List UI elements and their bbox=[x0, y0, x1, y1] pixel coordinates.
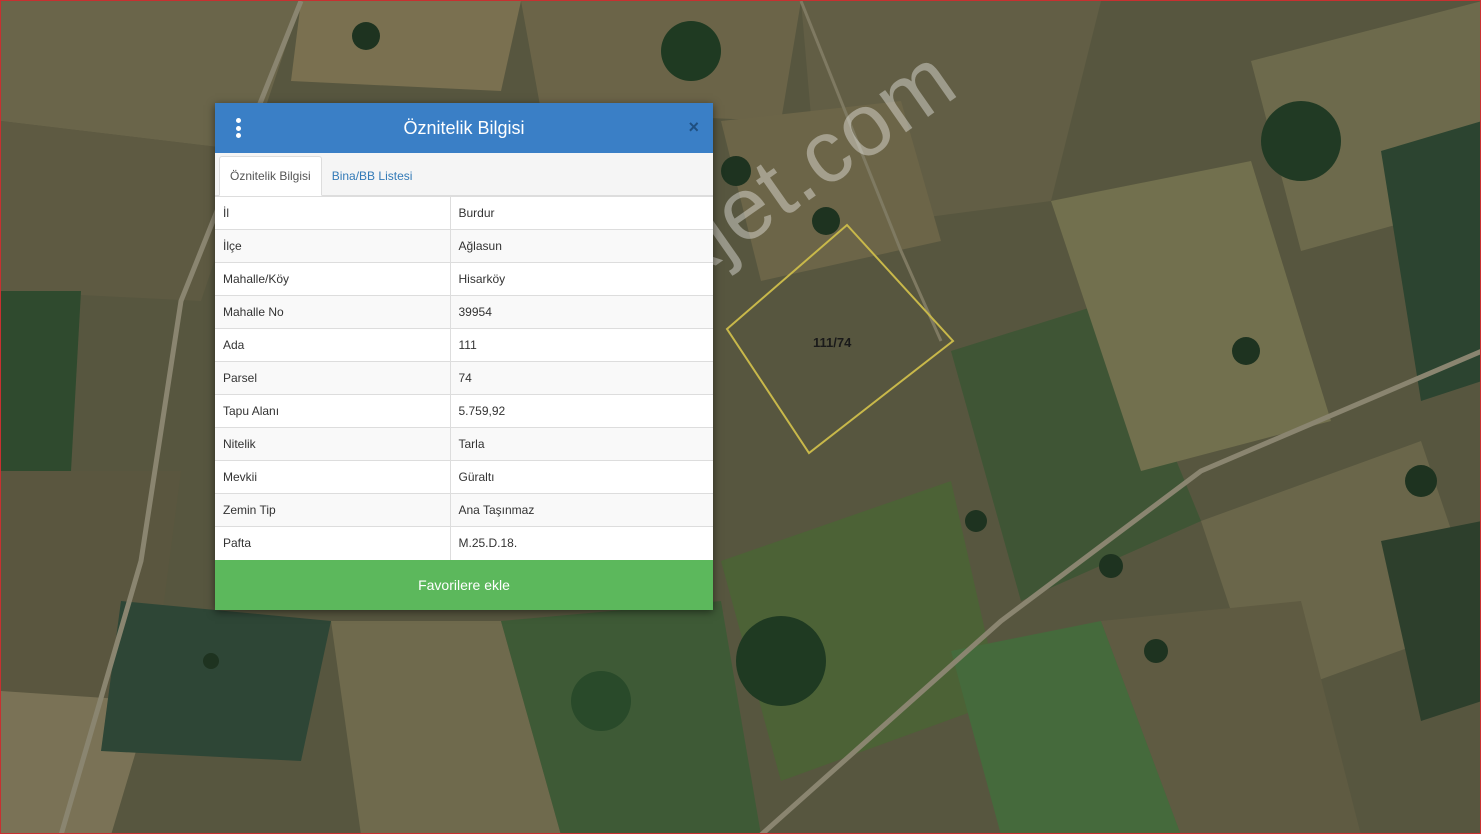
row-value: Hisarköy bbox=[450, 262, 713, 296]
table-row: İl Burdur bbox=[215, 196, 713, 230]
row-value: 5.759,92 bbox=[450, 394, 713, 428]
attribute-table: İl Burdur İlçe Ağlasun Mahalle/Köy Hisarköy… bbox=[215, 196, 713, 560]
add-to-favorites-button[interactable]: Favorilere ekle bbox=[215, 559, 713, 610]
row-key: Zemin Tip bbox=[215, 493, 451, 527]
table-row: Tapu Alanı 5.759,92 bbox=[215, 394, 713, 428]
row-key: Nitelik bbox=[215, 427, 451, 461]
table-row: Parsel 74 bbox=[215, 361, 713, 395]
row-value: Ana Taşınmaz bbox=[450, 493, 713, 527]
row-key: Pafta bbox=[215, 526, 451, 560]
row-key: Mevkii bbox=[215, 460, 451, 494]
tab-attribute-info[interactable]: Öznitelik Bilgisi bbox=[219, 156, 322, 196]
row-key: İl bbox=[215, 196, 451, 230]
row-value: 111 bbox=[450, 328, 713, 362]
row-value: Burdur bbox=[450, 196, 713, 230]
row-key: Ada bbox=[215, 328, 451, 362]
table-row: Zemin Tip Ana Taşınmaz bbox=[215, 493, 713, 527]
table-row: Mahalle/Köy Hisarköy bbox=[215, 262, 713, 296]
row-key: Tapu Alanı bbox=[215, 394, 451, 428]
table-row: Nitelik Tarla bbox=[215, 427, 713, 461]
row-value: 39954 bbox=[450, 295, 713, 329]
row-key: İlçe bbox=[215, 229, 451, 263]
table-row: İlçe Ağlasun bbox=[215, 229, 713, 263]
table-row: Mevkii Güraltı bbox=[215, 460, 713, 494]
row-key: Parsel bbox=[215, 361, 451, 395]
close-icon[interactable]: × bbox=[688, 117, 699, 137]
table-row: Pafta M.25.D.18. bbox=[215, 526, 713, 560]
panel-header: Öznitelik Bilgisi × bbox=[215, 103, 713, 153]
panel-title: Öznitelik Bilgisi bbox=[403, 117, 525, 138]
row-key: Mahalle No bbox=[215, 295, 451, 329]
row-value: M.25.D.18. bbox=[450, 526, 713, 560]
tab-building-list[interactable]: Bina/BB Listesi bbox=[322, 157, 423, 195]
row-value: Tarla bbox=[450, 427, 713, 461]
vertical-dots-icon[interactable] bbox=[233, 118, 243, 138]
table-row: Ada 111 bbox=[215, 328, 713, 362]
row-value: 74 bbox=[450, 361, 713, 395]
row-value: Ağlasun bbox=[450, 229, 713, 263]
panel-tabs: Öznitelik Bilgisi Bina/BB Listesi bbox=[215, 153, 713, 196]
row-key: Mahalle/Köy bbox=[215, 262, 451, 296]
table-row: Mahalle No 39954 bbox=[215, 295, 713, 329]
row-value: Güraltı bbox=[450, 460, 713, 494]
attribute-info-panel: Öznitelik Bilgisi × Öznitelik Bilgisi Bi… bbox=[215, 103, 713, 610]
parcel-label: 111/74 bbox=[813, 335, 852, 350]
